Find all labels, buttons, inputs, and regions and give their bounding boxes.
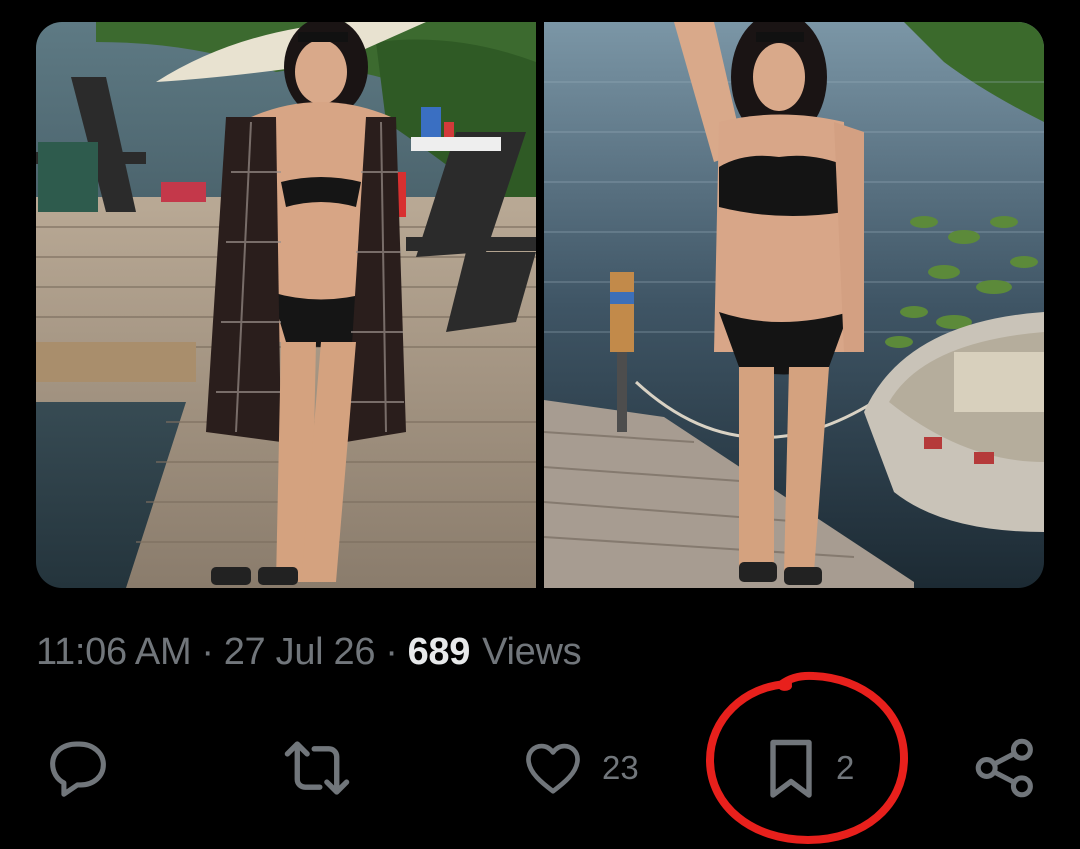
dock-lake-photo	[544, 22, 1044, 588]
tweet-media-grid	[36, 22, 1044, 588]
views-label[interactable]: Views	[482, 631, 581, 674]
bookmark-icon	[770, 739, 812, 798]
like-button[interactable]: 23	[522, 728, 639, 808]
tweet-meta-row: 11:06 AM · 27 Jul 26 · 689 Views	[36, 626, 582, 678]
bookmark-button[interactable]: 2	[764, 728, 854, 808]
share-icon	[975, 738, 1033, 798]
bookmark-count: 2	[836, 749, 855, 786]
views-count[interactable]: 689	[408, 631, 471, 674]
reply-icon	[50, 741, 106, 797]
tweet-date[interactable]: 27 Jul 26	[224, 631, 376, 674]
share-button[interactable]	[974, 728, 1036, 808]
meta-separator: ·	[201, 630, 214, 673]
dock-lounge-photo	[36, 22, 536, 588]
meta-separator: ·	[385, 630, 398, 673]
tweet-action-bar: 23 2	[0, 728, 1080, 808]
tweet-time[interactable]: 11:06 AM	[36, 631, 192, 674]
repost-button[interactable]	[280, 728, 354, 808]
media-photo-right[interactable]	[544, 22, 1044, 588]
repost-icon	[284, 741, 350, 795]
media-photo-left[interactable]	[36, 22, 536, 588]
like-count: 23	[602, 749, 639, 786]
reply-button[interactable]	[44, 728, 112, 808]
heart-icon	[526, 743, 580, 794]
